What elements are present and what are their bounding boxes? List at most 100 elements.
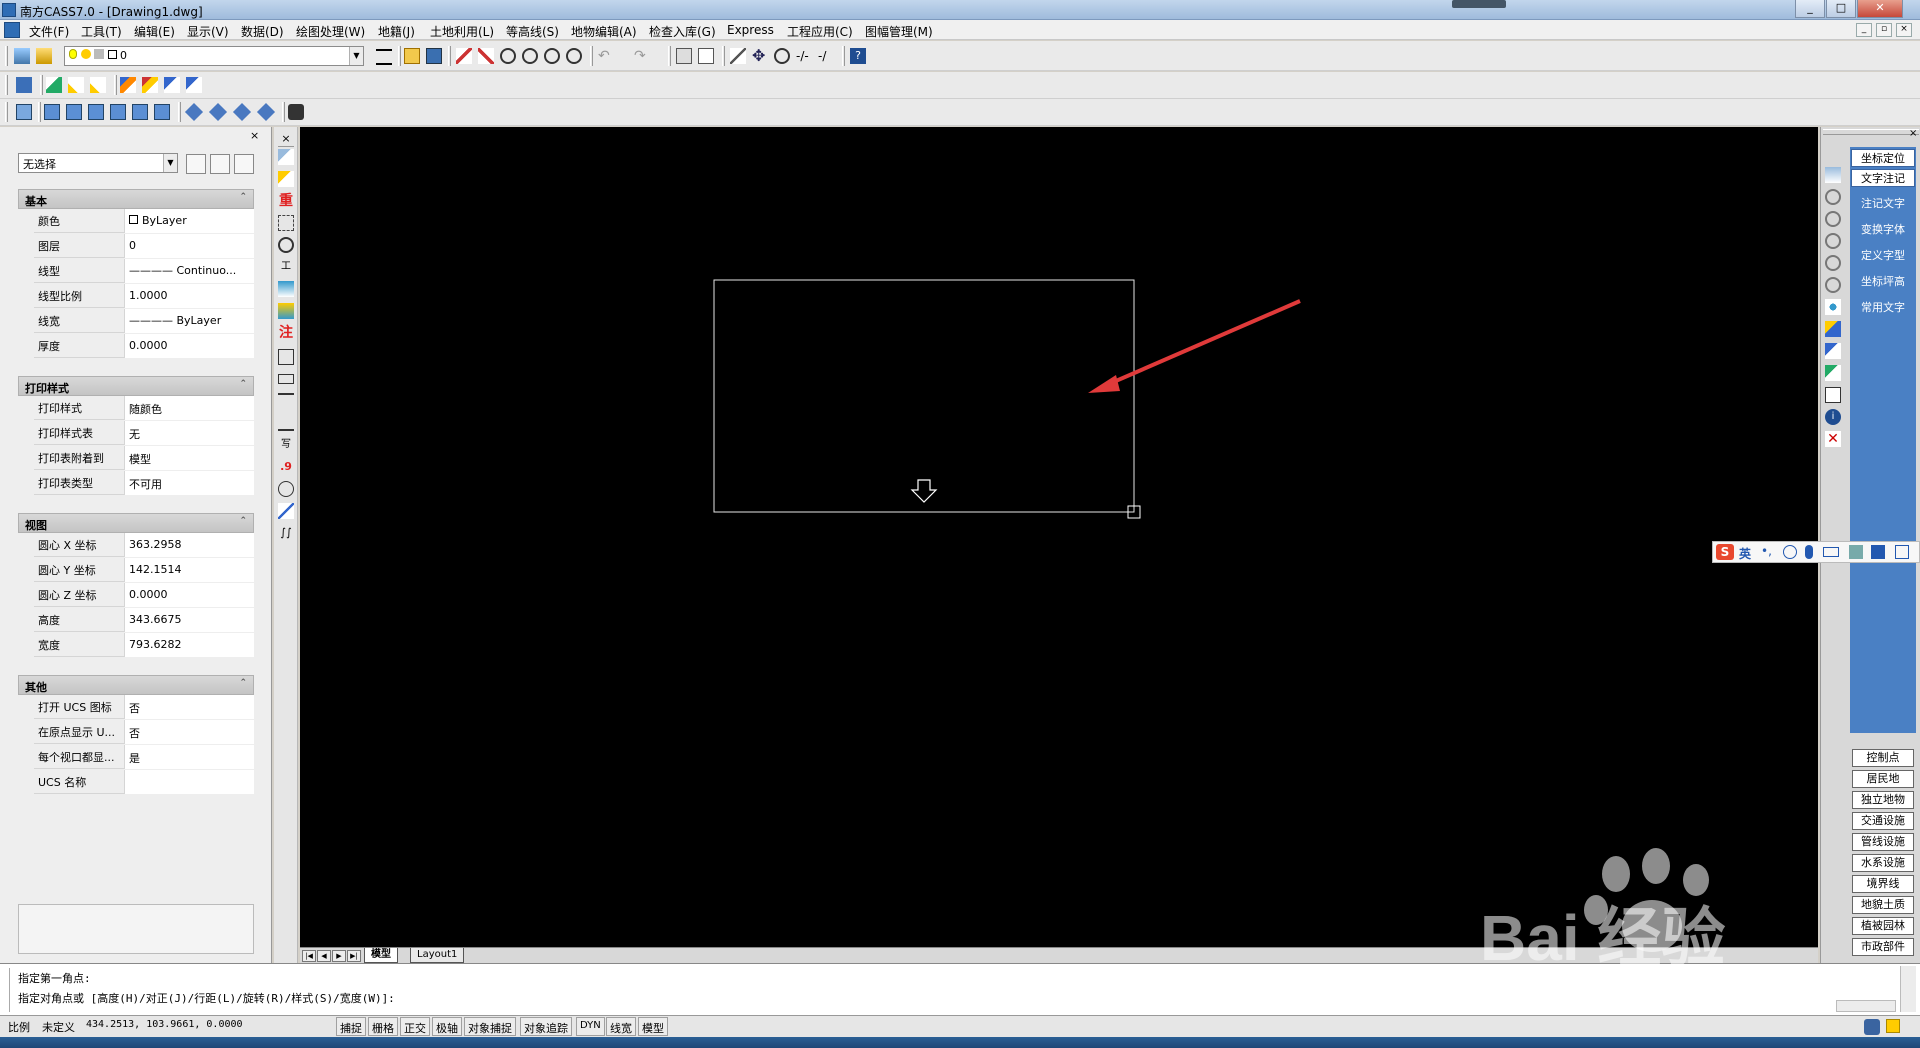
right-view-icon[interactable] [110,104,126,120]
number-icon[interactable]: .9 [278,459,294,475]
command-hscrollbar[interactable] [1836,1000,1896,1012]
left-view-icon[interactable] [88,104,104,120]
menu-tools[interactable]: 工具(T) [78,22,125,41]
delete-icon[interactable]: ✕ [1825,431,1841,447]
toggle-lineweight[interactable]: 线宽 [606,1017,636,1036]
menu-text-annotation[interactable]: 文字注记 [1851,169,1915,187]
layer-select[interactable]: 0 ▼ [64,46,364,66]
category-vegetation[interactable]: 植被园林 [1852,917,1914,935]
collapse-icon[interactable]: ⌃ [239,192,247,202]
se-iso-icon[interactable] [208,102,228,122]
menu-define-style[interactable]: 定义字型 [1851,247,1915,265]
menu-coord-elevation[interactable]: 坐标坪高 [1851,273,1915,291]
zoom-icon[interactable] [1825,189,1841,205]
next-tab-icon[interactable]: ▶ [332,950,346,962]
close-button[interactable]: ✕ [1857,0,1903,18]
close-icon[interactable]: × [278,131,294,147]
chevron-down-icon[interactable]: ▼ [163,154,177,172]
prop-row[interactable]: 打开 UCS 图标否 [34,695,254,719]
calculator-icon[interactable] [1825,387,1841,403]
prop-row[interactable]: 在原点显示 U... 否 [34,720,254,744]
save-icon[interactable] [426,48,442,64]
maximize-button[interactable]: □ [1826,0,1856,18]
lock-icon[interactable] [1886,1019,1900,1033]
toggle-model[interactable]: 模型 [638,1017,668,1036]
toggle-snap[interactable]: 捕捉 [336,1017,366,1036]
first-tab-icon[interactable]: |◀ [302,950,316,962]
sw-iso-icon[interactable] [184,102,204,122]
category-water[interactable]: 水系设施 [1852,854,1914,872]
undo-icon[interactable]: ↶ [598,48,614,64]
menu-edit[interactable]: 编辑(E) [131,22,178,41]
top-view-icon[interactable] [44,104,60,120]
zoom-window-icon[interactable] [522,48,538,64]
toggle-ortho[interactable]: 正交 [400,1017,430,1036]
keyboard-icon[interactable] [1823,547,1839,557]
properties-icon[interactable] [676,48,692,64]
menu-file[interactable]: 文件(F) [26,22,72,41]
redo-icon[interactable]: ↷ [634,48,650,64]
category-municipal[interactable]: 市政部件 [1852,938,1914,956]
prop-row[interactable]: 线型比例 1.0000 [34,284,254,308]
tool-icon[interactable]: 写 [278,437,294,453]
chevron-down-icon[interactable]: ▼ [349,47,363,65]
info-icon[interactable]: i [1825,409,1841,425]
toggle-grid[interactable]: 栅格 [368,1017,398,1036]
menu-drawing[interactable]: 绘图处理(W) [293,22,368,41]
prop-row[interactable]: 打印样式表无 [34,421,254,445]
layers-icon[interactable] [1825,167,1841,183]
open-folder-icon[interactable] [404,48,420,64]
last-tab-icon[interactable]: ▶| [347,950,361,962]
selection-select[interactable]: 无选择 ▼ [18,153,178,173]
prop-row[interactable]: UCS 名称 [34,770,254,794]
command-window[interactable]: 指定第一角点: 指定对角点或 [高度(H)/对正(J)/行距(L)/旋转(R)/… [0,963,1920,1015]
menu-landuse[interactable]: 土地利用(L) [427,22,497,41]
tool-icon[interactable] [278,237,294,253]
ne-iso-icon[interactable] [232,102,252,122]
prop-row[interactable]: 高度 343.6675 [34,608,254,632]
zoom-icon[interactable] [1825,211,1841,227]
toggle-polar[interactable]: 极轴 [432,1017,462,1036]
prev-tab-icon[interactable]: ◀ [317,950,331,962]
doc-minimize-button[interactable]: _ [1856,23,1872,37]
bottom-view-icon[interactable] [66,104,82,120]
prop-row[interactable]: 打印样式 随颜色 [34,396,254,420]
tool-icon[interactable] [278,349,294,365]
command-scrollbar[interactable] [1900,966,1916,1012]
select-objects-icon[interactable] [210,154,230,174]
menu-coord-locate[interactable]: 坐标定位 [1851,149,1915,167]
toggle-otrack[interactable]: 对象追踪 [520,1017,572,1036]
zoom-realtime-icon[interactable] [500,48,516,64]
category-landform[interactable]: 地貌土质 [1852,896,1914,914]
punctuation-icon[interactable]: •, [1761,544,1772,558]
extend-icon[interactable]: -/ [818,48,834,64]
pencil-icon[interactable] [456,48,472,64]
section-view[interactable]: 视图 ⌃ [18,513,254,533]
curve-icon[interactable]: ∫∫ [278,525,294,541]
microphone-icon[interactable] [1805,545,1813,559]
menu-check[interactable]: 检查入库(G) [646,22,719,41]
window-icon[interactable] [16,77,32,93]
pan-icon[interactable] [1825,277,1841,293]
prop-row[interactable]: 打印表类型 不可用 [34,471,254,495]
collapse-icon[interactable]: ⌃ [239,678,247,688]
category-independent[interactable]: 独立地物 [1852,791,1914,809]
prop-row[interactable]: 打印表附着到 模型 [34,446,254,470]
tool-icon[interactable] [278,415,294,431]
nw-iso-icon[interactable] [256,102,276,122]
section-basic[interactable]: 基本 ⌃ [18,189,254,209]
tab-model[interactable]: 模型 [364,948,398,963]
draw-line-icon[interactable] [478,48,494,64]
camera-icon[interactable] [288,104,304,120]
front-view-icon[interactable] [132,104,148,120]
nodes-icon[interactable] [1825,299,1841,315]
prop-row[interactable]: 线型 ———— Continuo... [34,259,254,283]
coordinates-readout[interactable]: 434.2513, 103.9661, 0.0000 [86,1019,243,1030]
menu-common-text[interactable]: 常用文字 [1851,299,1915,317]
grid-icon[interactable] [1895,545,1909,559]
doc-close-button[interactable]: × [1896,23,1912,37]
attribute-icon[interactable] [120,77,136,93]
trim-icon[interactable]: -/- [796,48,812,64]
match-layer-icon[interactable] [376,49,392,65]
minimize-button[interactable]: _ [1795,0,1825,18]
